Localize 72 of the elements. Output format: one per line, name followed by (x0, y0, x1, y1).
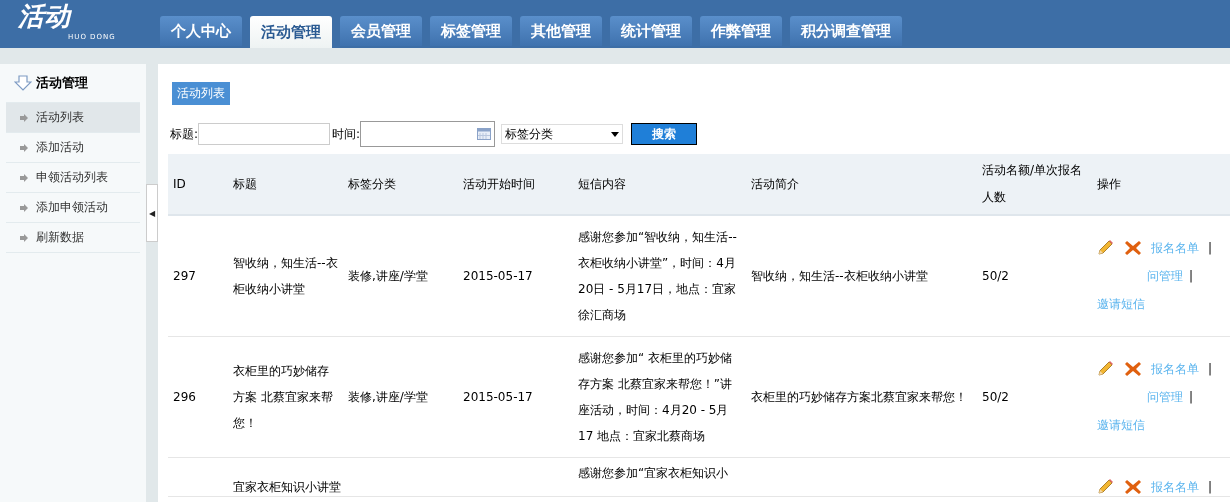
title-input[interactable] (198, 123, 331, 145)
link[interactable]: 问管理 (1147, 262, 1183, 290)
link[interactable]: 报名名单 (1151, 355, 1199, 383)
column-header: 标签分类 (343, 154, 458, 215)
delete-icon[interactable] (1124, 361, 1142, 377)
table-cell: 2015-05-17 (463, 390, 533, 404)
column-header: 标题 (228, 154, 343, 215)
separator: | (1208, 479, 1213, 496)
nav-tab[interactable]: 积分调查管理 (790, 16, 902, 46)
table-cell: 2015-05-17 (463, 269, 533, 283)
date-input[interactable] (360, 121, 496, 147)
link[interactable]: 报名名单 (1151, 234, 1199, 262)
collapse-handle[interactable]: ◀ (146, 184, 158, 242)
sidebar-item[interactable]: 刷新数据 (6, 223, 140, 253)
separator: | (1208, 240, 1213, 257)
link[interactable]: 问管理 (1147, 383, 1183, 411)
nav-tab[interactable]: 个人中心 (160, 16, 242, 46)
arrow-icon (20, 143, 28, 152)
table-cell: 297 (173, 269, 196, 283)
separator: | (1189, 268, 1194, 285)
arrow-icon (20, 113, 28, 122)
section-title: 活动列表 (172, 82, 230, 105)
arrow-icon (20, 173, 28, 182)
table-cell: 智收纳，知生活--衣柜收纳小讲堂 (751, 269, 928, 283)
link[interactable]: 报名名单 (1151, 478, 1199, 496)
sidebar-item[interactable]: 申领活动列表 (6, 163, 140, 193)
table-cell: 50/2 (982, 390, 1009, 404)
column-header: 活动简介 (746, 154, 977, 215)
link[interactable]: 邀请短信 (1097, 411, 1145, 439)
nav-tab[interactable]: 其他管理 (520, 16, 602, 46)
table-cell: 感谢您参加“智收纳，知生活--衣柜收纳小讲堂”，时间：4月20日 - 5月17日，地点：宜家徐汇商场 (578, 230, 737, 322)
table-cell: 50/2 (982, 269, 1009, 283)
down-arrow-icon (14, 75, 32, 91)
sidebar-item[interactable]: 添加活动 (6, 133, 140, 163)
table-cell: 296 (173, 390, 196, 404)
column-header: 活动开始时间 (458, 154, 573, 215)
nav-tab[interactable]: 会员管理 (340, 16, 422, 46)
column-header: ID (168, 154, 228, 215)
nav-tab[interactable]: 标签管理 (430, 16, 512, 46)
arrow-icon (20, 233, 28, 242)
dropdown-arrow-icon (611, 131, 620, 137)
search-button[interactable]: 搜索 (631, 123, 698, 145)
table-cell: 衣柜里的巧妙储存方案 北蔡宜家来帮您！ (233, 364, 333, 430)
table-cell: 装修,讲座/学堂 (348, 390, 428, 404)
table-cell: 智收纳，知生活--衣柜收纳小讲堂 (233, 256, 338, 296)
link[interactable]: 邀请短信 (1097, 290, 1145, 318)
table-cell: 衣柜里的巧妙储存方案北蔡宜家来帮您！ (751, 390, 967, 404)
pencil-icon[interactable] (1097, 240, 1115, 256)
pencil-icon[interactable] (1097, 361, 1115, 377)
time-label: 时间: (332, 125, 361, 143)
table-cell: 宜家衣柜知识小讲堂 (233, 480, 341, 494)
sidebar-item[interactable]: 活动列表 (6, 103, 140, 133)
pencil-icon[interactable] (1097, 479, 1115, 495)
delete-icon[interactable] (1124, 240, 1142, 256)
delete-icon[interactable] (1124, 479, 1142, 495)
separator: | (1189, 389, 1194, 406)
table-cell: 装修,讲座/学堂 (348, 269, 428, 283)
nav-tab[interactable]: 统计管理 (610, 16, 692, 46)
category-dropdown[interactable]: 标签分类 (501, 124, 624, 144)
sidebar-item[interactable]: 添加申领活动 (6, 193, 140, 223)
title-label: 标题: (170, 125, 199, 143)
calendar-icon (477, 128, 492, 140)
arrow-icon (20, 203, 28, 212)
table-cell: 感谢您参加“ 衣柜里的巧妙储存方案 北蔡宜家来帮您！”讲座活动，时间：4月20 - 5月17 地点：宜家北蔡商场 (578, 351, 733, 443)
separator: | (1208, 361, 1213, 378)
column-header: 活动名额/单次报名人数 (977, 154, 1092, 215)
column-header: 短信内容 (573, 154, 746, 215)
nav-tab[interactable]: 活动管理 (250, 16, 332, 48)
nav-tab[interactable]: 作弊管理 (700, 16, 782, 46)
sidebar-heading: 活动管理 (36, 74, 88, 92)
column-header: 操作 (1092, 154, 1230, 215)
table-cell: 感谢您参加“宜家衣柜知识小 (578, 466, 729, 480)
